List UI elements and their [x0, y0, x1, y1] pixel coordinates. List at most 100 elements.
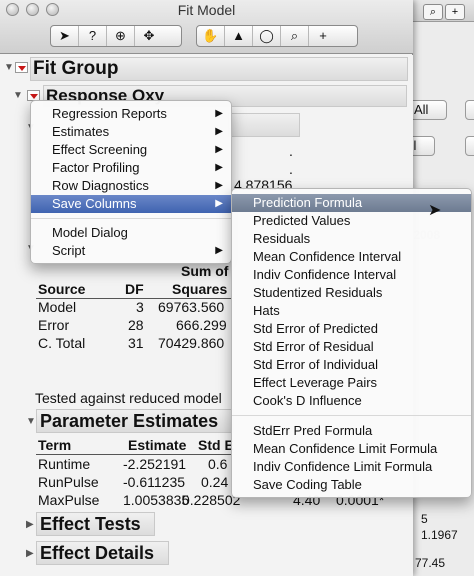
menu-item-row-diagnostics[interactable]: Row Diagnostics ▶	[31, 177, 231, 195]
submenu-item-label: Prediction Formula	[253, 195, 363, 210]
anova-row-ss: 69763.560	[158, 299, 225, 315]
submenu-item-studentized-residuals[interactable]: Studentized Residuals	[232, 284, 471, 302]
submenu-item-label: Std Error of Predicted	[253, 321, 378, 336]
menu-item-label: Script	[52, 243, 86, 258]
submenu-arrow-icon: ▶	[215, 198, 223, 209]
tool-group-2: ✋ ▲ ◯ ⌕ +	[196, 25, 358, 47]
menu-item-label: Save Columns	[52, 196, 137, 211]
menu-item-script[interactable]: Script ▶	[31, 242, 231, 260]
anova-row-df: 3	[136, 299, 144, 315]
submenu-item-indiv-confidence-interval[interactable]: Indiv Confidence Interval	[232, 266, 471, 284]
menu-item-estimates[interactable]: Estimates ▶	[31, 123, 231, 141]
bg-value-5: 5	[421, 512, 428, 526]
anova-row-ss: 666.299	[176, 317, 227, 333]
submenu-item-label: StdErr Pred Formula	[253, 423, 373, 438]
pe-row-term: Runtime	[38, 456, 91, 472]
pe-stderr-header: Std E	[198, 437, 234, 453]
response-disclosure-icon[interactable]: ▼	[13, 90, 23, 101]
menu-item-factor-profiling[interactable]: Factor Profiling ▶	[31, 159, 231, 177]
submenu-item-label: Indiv Confidence Limit Formula	[253, 459, 433, 474]
submenu-item-label: Studentized Residuals	[253, 285, 383, 300]
submenu-item-stderr-pred-formula[interactable]: StdErr Pred Formula	[232, 422, 471, 440]
submenu-separator	[232, 415, 471, 416]
submenu-arrow-icon: ▶	[215, 108, 223, 119]
menu-item-label: Model Dialog	[52, 225, 128, 240]
menu-item-label: Factor Profiling	[52, 160, 140, 175]
all-button-1[interactable]: All	[407, 100, 447, 120]
submenu-item-label: Cook's D Influence	[253, 393, 362, 408]
pe-row-stderr: 0.24	[201, 474, 229, 490]
submenu-item-effect-leverage-pairs[interactable]: Effect Leverage Pairs	[232, 374, 471, 392]
submenu-item-indiv-confidence-limit-formula[interactable]: Indiv Confidence Limit Formula	[232, 458, 471, 476]
effect-tests-title[interactable]: Effect Tests	[36, 512, 155, 536]
anova-source-header: Source	[38, 281, 86, 297]
save-columns-submenu: Prediction Formula Predicted Values Resi…	[231, 188, 472, 498]
hand-tool-icon[interactable]: ✋	[197, 26, 225, 46]
submenu-item-save-coding-table[interactable]: Save Coding Table	[232, 476, 471, 494]
effect-details-disclosure-icon[interactable]: ▶	[26, 548, 34, 559]
effect-details-title[interactable]: Effect Details	[36, 541, 169, 565]
lasso-tool-icon[interactable]: ◯	[253, 26, 281, 46]
crosshair-tool-icon[interactable]: +	[309, 26, 337, 46]
submenu-arrow-icon: ▶	[215, 180, 223, 191]
menu-item-effect-screening[interactable]: Effect Screening ▶	[31, 141, 231, 159]
move-tool-icon[interactable]: ✥	[135, 26, 163, 46]
bg-value-7745: 77.45	[415, 556, 446, 570]
effect-tests-disclosure-icon[interactable]: ▶	[26, 519, 34, 530]
pe-row-estimate: -0.611235	[123, 474, 186, 490]
submenu-item-std-error-of-residual[interactable]: Std Error of Residual	[232, 338, 471, 356]
submenu-item-label: Indiv Confidence Interval	[253, 267, 397, 282]
menu-item-label: Row Diagnostics	[52, 178, 149, 193]
anova-squares-header: Squares	[172, 281, 228, 297]
submenu-arrow-icon: ▶	[215, 144, 223, 155]
menu-item-model-dialog[interactable]: Model Dialog	[31, 224, 231, 242]
menu-item-save-columns[interactable]: Save Columns ▶	[31, 195, 231, 213]
arrow-tool-icon[interactable]: ➤	[51, 26, 79, 46]
submenu-item-residuals[interactable]: Residuals	[232, 230, 471, 248]
brush-tool-icon[interactable]: ▲	[225, 26, 253, 46]
crosshair-icon[interactable]: +	[445, 4, 465, 20]
menu-item-label: Effect Screening	[52, 142, 148, 157]
parameter-estimates-disclosure-icon[interactable]: ▼	[26, 416, 36, 427]
submenu-item-label: Std Error of Individual	[253, 357, 379, 372]
submenu-item-mean-confidence-limit-formula[interactable]: Mean Confidence Limit Formula	[232, 440, 471, 458]
submenu-item-mean-confidence-interval[interactable]: Mean Confidence Interval	[232, 248, 471, 266]
title-bar: Fit Model ➤ ? ⊕ ✥ ✋ ▲ ◯ ⌕ +	[0, 0, 413, 54]
pe-row-estimate: -2.252191	[123, 456, 187, 472]
pe-estimate-header: Estimate	[128, 437, 187, 453]
bg-button-3[interactable]	[465, 136, 474, 156]
anova-df-header: DF	[125, 281, 144, 297]
anova-row-source: Model	[38, 299, 77, 315]
tool-group-1: ➤ ? ⊕ ✥	[50, 25, 182, 47]
magnifier-icon[interactable]: ⌕	[423, 4, 443, 20]
submenu-item-hats[interactable]: Hats	[232, 302, 471, 320]
submenu-item-std-error-of-individual[interactable]: Std Error of Individual	[232, 356, 471, 374]
selection-tool-icon[interactable]: ⊕	[107, 26, 135, 46]
submenu-item-label: Residuals	[253, 231, 311, 246]
fit-group-title: Fit Group	[30, 57, 408, 81]
submenu-item-cooks-d-influence[interactable]: Cook's D Influence	[232, 392, 471, 410]
help-tool-icon[interactable]: ?	[79, 26, 107, 46]
submenu-item-label: Mean Confidence Limit Formula	[253, 441, 438, 456]
bg-button-2[interactable]	[465, 100, 474, 120]
anova-row-df: 28	[128, 317, 144, 333]
bg-value-11967: 1.1967	[421, 528, 458, 542]
anova-sum-of-header: Sum of	[181, 263, 229, 279]
menu-item-label: Estimates	[52, 124, 110, 139]
menu-separator	[31, 218, 231, 219]
pe-row-term: MaxPulse	[38, 492, 100, 508]
summary-value-dot-2: .	[289, 161, 293, 177]
pe-header-rule	[36, 454, 231, 455]
menu-item-label: Regression Reports	[52, 106, 167, 121]
submenu-item-label: Predicted Values	[253, 213, 351, 228]
fit-group-red-triangle-icon[interactable]	[15, 62, 28, 73]
summary-value-dot-1: .	[289, 143, 293, 159]
summary-of-fit-heading	[228, 113, 300, 137]
magnifier-tool-icon[interactable]: ⌕	[281, 26, 309, 46]
submenu-item-std-error-of-predicted[interactable]: Std Error of Predicted	[232, 320, 471, 338]
parameter-estimates-title: Parameter Estimates	[36, 409, 234, 433]
submenu-arrow-icon: ▶	[215, 245, 223, 256]
submenu-item-label: Std Error of Residual	[253, 339, 374, 354]
fit-group-disclosure-icon[interactable]: ▼	[4, 62, 14, 73]
menu-item-regression-reports[interactable]: Regression Reports ▶	[31, 105, 231, 123]
